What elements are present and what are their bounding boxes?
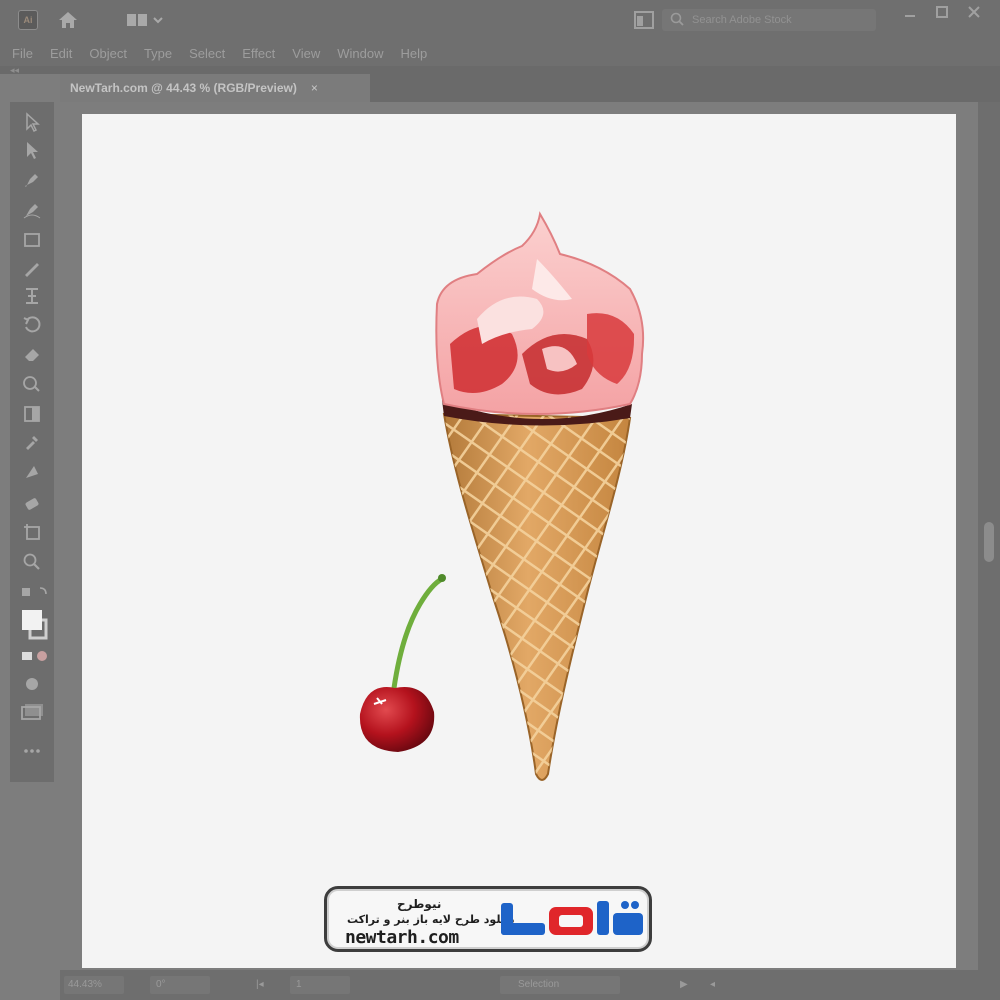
menu-help[interactable]: Help	[400, 46, 427, 61]
app-logo-icon: Ai	[18, 10, 38, 30]
gradient-tool-icon[interactable]	[20, 404, 44, 428]
menu-view[interactable]: View	[292, 46, 320, 61]
selection-tool-icon[interactable]	[20, 112, 44, 136]
tools-panel	[10, 102, 54, 782]
symbol-sprayer-tool-icon[interactable]	[20, 492, 44, 516]
screen-mode-icon[interactable]	[20, 702, 44, 726]
document-tab[interactable]: NewTarh.com @ 44.43 % (RGB/Preview) ×	[60, 74, 370, 102]
panel-collapse-strip	[0, 66, 1000, 74]
color-mode-icon[interactable]	[20, 648, 50, 672]
shape-builder-tool-icon[interactable]	[20, 374, 44, 398]
menu-file[interactable]: File	[12, 46, 33, 61]
vertical-scrollbar[interactable]	[978, 102, 1000, 970]
eyedropper-tool-icon[interactable]	[20, 432, 44, 456]
search-input[interactable]: Search Adobe Stock	[662, 9, 876, 31]
menu-type[interactable]: Type	[144, 46, 172, 61]
home-icon[interactable]	[56, 8, 80, 32]
width-tool-icon[interactable]	[20, 286, 44, 310]
rotation-value: 0°	[156, 979, 166, 990]
close-window-button[interactable]	[962, 4, 986, 24]
first-artboard-icon[interactable]: |◂	[256, 979, 264, 990]
title-bar: Ai Search Adobe Stock	[0, 0, 1000, 40]
pen-tool-icon[interactable]	[20, 170, 44, 194]
app-logo-text: Ai	[23, 15, 33, 25]
chevron-left-icon[interactable]: ◂	[710, 979, 715, 990]
zoom-level: 44.43%	[68, 979, 102, 990]
rotate-tool-icon[interactable]	[20, 314, 44, 338]
eraser-tool-icon[interactable]	[20, 344, 44, 368]
artboard-tool-icon[interactable]	[20, 522, 44, 546]
maximize-button[interactable]	[930, 4, 954, 24]
illustrator-window: Ai Search Adobe Stock File Edit Object T…	[0, 0, 1000, 1000]
search-icon	[670, 12, 684, 29]
workspace-switcher-icon[interactable]	[126, 8, 166, 32]
menu-object[interactable]: Object	[89, 46, 127, 61]
artboard[interactable]	[82, 114, 956, 968]
menu-window[interactable]: Window	[337, 46, 383, 61]
status-bar: 44.43% 0° |◂ 1 Selection ▶ ◂	[60, 970, 1000, 1000]
newtarh-logo	[497, 893, 651, 954]
search-placeholder: Search Adobe Stock	[692, 14, 792, 26]
drawing-mode-icon[interactable]	[20, 674, 44, 698]
zoom-tool-icon[interactable]	[20, 552, 44, 576]
watermark-badge: نیوطرح دانلود طرح لایه باز بنر و تراکت n…	[324, 886, 652, 952]
curvature-tool-icon[interactable]	[20, 200, 44, 224]
artboard-number: 1	[296, 979, 302, 990]
direct-selection-tool-icon[interactable]	[20, 140, 44, 164]
fill-stroke-swatch-icon[interactable]	[20, 608, 50, 642]
document-tab-bar: NewTarh.com @ 44.43 % (RGB/Preview) ×	[60, 74, 1000, 102]
default-colors-icon[interactable]	[20, 584, 47, 608]
canvas-area[interactable]	[60, 102, 978, 970]
menu-effect[interactable]: Effect	[242, 46, 275, 61]
document-tab-title: NewTarh.com @ 44.43 % (RGB/Preview)	[70, 81, 297, 95]
watermark-url: newtarh.com	[345, 927, 459, 948]
paintbrush-tool-icon[interactable]	[20, 258, 44, 282]
blend-tool-icon[interactable]	[20, 462, 44, 486]
play-icon[interactable]: ▶	[680, 979, 688, 990]
cherry	[359, 574, 446, 752]
menu-bar: File Edit Object Type Select Effect View…	[0, 40, 1000, 66]
more-tools-icon[interactable]	[20, 740, 44, 764]
waffle-cone	[442, 412, 632, 781]
strawberry-ice-cream	[435, 211, 645, 415]
scrollbar-thumb[interactable]	[984, 522, 994, 562]
arrange-documents-icon[interactable]	[632, 8, 656, 32]
status-mode: Selection	[518, 979, 560, 990]
collapse-arrows-icon[interactable]: ◂◂	[10, 66, 19, 75]
close-tab-button[interactable]: ×	[311, 81, 318, 95]
artwork-layer	[359, 211, 645, 781]
rectangle-tool-icon[interactable]	[20, 230, 44, 254]
menu-edit[interactable]: Edit	[50, 46, 72, 61]
watermark-tagline: دانلود طرح لایه باز بنر و تراکت	[347, 913, 515, 926]
menu-select[interactable]: Select	[189, 46, 225, 61]
minimize-button[interactable]	[898, 4, 922, 24]
watermark-site-name: نیوطرح	[397, 897, 442, 911]
